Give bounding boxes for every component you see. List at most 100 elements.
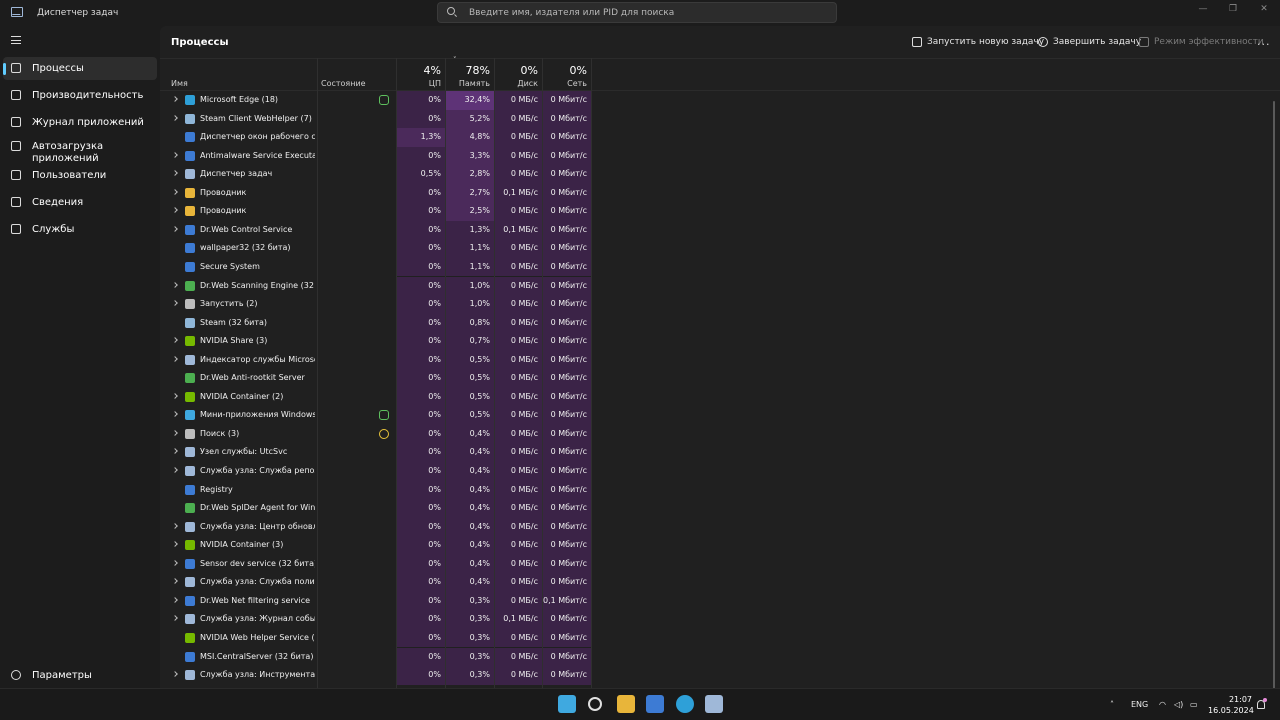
table-row[interactable]: Antimalware Service Executable 0%3,3%0 МБ… <box>160 146 592 166</box>
search-icon[interactable] <box>588 697 602 711</box>
column-network[interactable]: Сеть <box>545 79 587 88</box>
table-row[interactable]: Служба узла: Служба репоз... 0% 0,4% 0 МБ/с… <box>160 462 592 481</box>
chevron-right-icon[interactable] <box>172 597 178 603</box>
wifi-icon[interactable]: ◠ <box>1159 700 1166 709</box>
chevron-right-icon[interactable] <box>172 188 178 195</box>
close-button[interactable]: ✕ <box>1256 4 1272 16</box>
table-row[interactable]: NVIDIA Container (2) 0% 0,5% 0 МБ/с 0 Мбит/с <box>160 387 592 407</box>
chevron-right-icon[interactable] <box>172 300 178 306</box>
chevron-right-icon[interactable] <box>172 411 178 418</box>
volume-icon[interactable]: ◁) <box>1174 700 1183 709</box>
cpu-cell: 0% <box>397 257 445 277</box>
column-status[interactable]: Состояние <box>321 79 366 88</box>
notification-bell-icon[interactable] <box>1257 698 1267 709</box>
chevron-right-icon[interactable] <box>172 337 178 343</box>
chevron-up-icon[interactable]: ˄ <box>1110 700 1114 709</box>
network-cell: 0 Мбит/с <box>543 91 591 110</box>
table-row[interactable]: Мини-приложения Windows... 0% 0,5% 0 МБ/с 0 … <box>160 406 592 425</box>
table-row[interactable]: wallpaper32 (32 бита) 0% 1,1% 0 МБ/с 0 Мбит/… <box>160 239 592 258</box>
language-indicator[interactable]: ENG <box>1131 700 1148 709</box>
sidebar-item-services[interactable]: Службы <box>3 218 157 241</box>
chevron-right-icon[interactable] <box>172 207 178 214</box>
chevron-right-icon[interactable] <box>172 96 178 102</box>
table-header: Имя Состояние ˅ 4% ЦП 78% Память 0% Диск… <box>160 56 1280 91</box>
table-row[interactable]: NVIDIA Container (3) 0% 0,4% 0 МБ/с 0 Мбит/с <box>160 536 592 555</box>
column-cpu[interactable]: ЦП <box>400 79 441 88</box>
table-row[interactable]: Registry 0% 0,4% 0 МБ/с 0 Мбит/с <box>160 480 592 500</box>
minimize-button[interactable]: — <box>1195 4 1211 16</box>
table-row[interactable]: Проводник 0% 2,7% 0,1 МБ/с 0 Мбит/с <box>160 183 592 203</box>
table-row[interactable]: MSI.CentralServer (32 бита) 0% 0,3% 0 МБ/с 0… <box>160 647 592 666</box>
search-input[interactable]: Введите имя, издателя или PID для поиска <box>437 2 837 23</box>
maximize-button[interactable]: ❐ <box>1225 4 1241 16</box>
table-row[interactable]: Служба узла: Центр обновле... 0%0,4%0 МБ/… <box>160 517 592 537</box>
table-row[interactable]: Диспетчер задач 0,5% 2,8% 0 МБ/с 0 Мбит/с <box>160 165 592 184</box>
table-row[interactable]: Steam Client WebHelper (7) 0% 5,2% 0 МБ/с 0 … <box>160 109 592 129</box>
memory-cell: 1,1% <box>446 239 494 258</box>
chevron-right-icon[interactable] <box>172 170 178 177</box>
task-manager-icon[interactable] <box>705 695 723 713</box>
column-name[interactable]: Имя <box>171 79 188 88</box>
cpu-cell: 0% <box>397 554 445 574</box>
battery-icon[interactable]: ▭ <box>1190 700 1198 709</box>
sidebar-item-settings[interactable]: Параметры <box>3 664 157 687</box>
chevron-right-icon[interactable] <box>172 355 178 362</box>
store-icon[interactable] <box>646 695 664 713</box>
sidebar-item-users[interactable]: Пользователи <box>3 164 157 187</box>
table-row[interactable]: Sensor dev service (32 бита) 0% 0,4% 0 МБ/с… <box>160 554 592 574</box>
table-row[interactable]: Узел службы: UtcSvc 0% 0,4% 0 МБ/с 0 Мбит/с <box>160 443 592 462</box>
table-row[interactable]: Проводник 0% 2,5% 0 МБ/с 0 Мбит/с <box>160 202 592 221</box>
chevron-right-icon[interactable] <box>172 467 178 473</box>
chevron-right-icon[interactable] <box>172 114 178 121</box>
column-memory[interactable]: Память <box>450 79 490 88</box>
chevron-right-icon[interactable] <box>172 281 178 288</box>
chevron-right-icon[interactable] <box>172 541 178 548</box>
table-row[interactable]: Поиск (3) 0% 0,4% 0 МБ/с 0 Мбит/с <box>160 424 592 444</box>
chevron-right-icon[interactable] <box>172 226 178 232</box>
scrollbar[interactable] <box>1273 101 1275 691</box>
chevron-right-icon[interactable] <box>172 448 178 455</box>
column-disk[interactable]: Диск <box>495 79 538 88</box>
table-row[interactable]: Dr.Web Control Service 0% 1,3% 0,1 МБ/с 0 Мб… <box>160 220 592 240</box>
disk-cell: 0 МБ/с <box>495 332 542 351</box>
chevron-right-icon[interactable] <box>172 671 178 677</box>
process-name: Registry <box>200 484 233 494</box>
process-name: Служба узла: Служба полит... <box>200 577 315 587</box>
cpu-cell: 0% <box>397 536 445 555</box>
table-row[interactable]: Dr.Web Anti-rootkit Server 0% 0,5% 0 МБ/с 0 … <box>160 369 592 388</box>
chevron-right-icon[interactable] <box>172 430 178 436</box>
table-row[interactable]: Dr.Web Scanning Engine (32 б...0%1,0%0 М… <box>160 276 592 295</box>
table-row[interactable]: Steam (32 бита) 0% 0,8% 0 МБ/с 0 Мбит/с <box>160 313 592 333</box>
chevron-right-icon[interactable] <box>172 559 178 566</box>
sidebar-item-processes[interactable]: Процессы <box>3 57 157 80</box>
start-icon[interactable] <box>558 695 576 713</box>
table-row[interactable]: Dr.Web SplDer Agent for Wind...0%0,4%0 М… <box>160 499 592 518</box>
table-row[interactable]: Служба узла: Инструментар... 0%0,3%0 МБ/с… <box>160 666 592 685</box>
table-row[interactable]: Диспетчер окон рабочего ст...1,3%4,8%0 М… <box>160 128 592 147</box>
table-row[interactable]: Служба узла: Служба полит... 0% 0,4% 0 МБ/с… <box>160 573 592 592</box>
hamburger-menu-icon[interactable] <box>11 36 21 44</box>
file-explorer-icon[interactable] <box>617 695 635 713</box>
clock[interactable]: 21:07 16.05.2024 <box>1208 694 1254 716</box>
chevron-right-icon[interactable] <box>172 578 178 585</box>
edge-icon[interactable] <box>676 695 694 713</box>
table-row[interactable]: Индексатор службы Microso... 0% 0,5% 0 МБ/с… <box>160 350 592 370</box>
chevron-right-icon[interactable] <box>172 615 178 622</box>
table-row[interactable]: Dr.Web Net filtering service 0% 0,3% 0 МБ/с… <box>160 591 592 611</box>
sidebar-item-performance[interactable]: Производительность <box>3 84 157 107</box>
chevron-right-icon[interactable] <box>172 522 178 529</box>
sidebar-item-details[interactable]: Сведения <box>3 191 157 214</box>
sidebar-item-app-history[interactable]: Журнал приложений <box>3 111 157 134</box>
table-row[interactable]: NVIDIA Web Helper Service (3... 0% 0,3% 0 М… <box>160 628 592 648</box>
memory-cell: 0,4% <box>446 499 494 518</box>
table-row[interactable]: Служба узла: Журнал событ... 0%0,3%0,1 МБ… <box>160 610 592 629</box>
chevron-right-icon[interactable] <box>172 392 178 399</box>
table-row[interactable]: Microsoft Edge (18) 0% 32,4% 0 МБ/с 0 Мбит/с <box>160 91 592 110</box>
table-row[interactable]: Запустить (2) 0% 1,0% 0 МБ/с 0 Мбит/с <box>160 295 592 314</box>
search-placeholder: Введите имя, издателя или PID для поиска <box>469 8 675 18</box>
table-row[interactable]: Secure System 0% 1,1% 0 МБ/с 0 Мбит/с <box>160 257 592 277</box>
table-row[interactable]: NVIDIA Share (3) 0% 0,7% 0 МБ/с 0 Мбит/с <box>160 332 592 351</box>
chevron-right-icon[interactable] <box>172 151 178 158</box>
sidebar-item-startup-apps[interactable]: Автозагрузка приложений <box>3 135 157 167</box>
more-options-button[interactable]: ... <box>1257 35 1271 48</box>
